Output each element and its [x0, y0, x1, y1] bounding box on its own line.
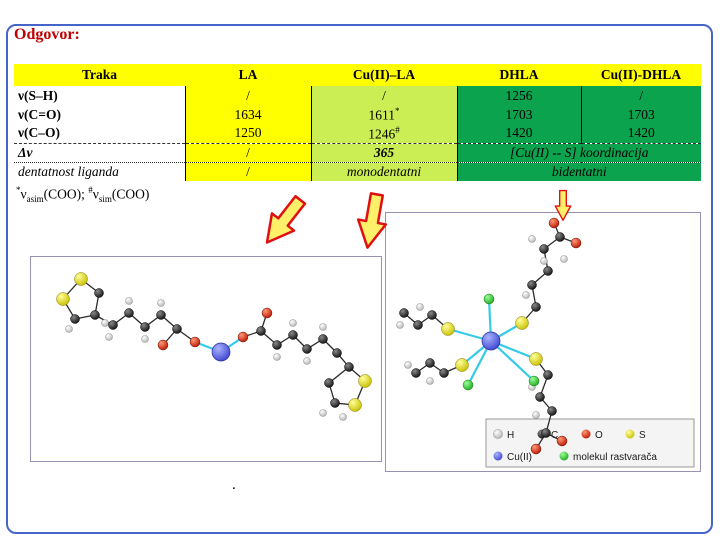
legend-label-s: S	[639, 430, 646, 441]
row-label: Δν	[14, 143, 185, 163]
cell-cu-dhla: 1420	[580, 124, 701, 144]
cell-la: 1250	[184, 124, 311, 144]
legend-label-o: O	[595, 430, 603, 441]
cu-la-molecule-panel	[30, 256, 382, 462]
sim-mark: #	[395, 124, 400, 135]
cell-la: 1634	[184, 105, 311, 124]
cu-dhla-molecule-panel: H C O S Cu(II) molekul rastvarača	[385, 212, 701, 472]
col-header-cu-dhla: Cu(II)-DHLA	[581, 64, 701, 86]
row-label: dentatnost liganda	[14, 162, 185, 181]
ir-spectra-table: Traka LA Cu(II)–LA DHLA Cu(II)-DHLA ν(S–…	[14, 64, 701, 181]
copper-atom	[211, 342, 231, 362]
cell-la: /	[184, 143, 311, 163]
wavenumber: 1246	[368, 126, 396, 141]
footnote-text: (COO)	[111, 186, 150, 202]
table-row-sh: ν(S–H) / / 1256 /	[14, 86, 701, 105]
stray-period: .	[232, 477, 236, 493]
cell-la: /	[184, 86, 311, 105]
table-row-delta-nu: Δν / 365 [Cu(II) -- S] koordinacija	[14, 143, 701, 163]
table-row-co-double: ν(C=O) 1634 1611* 1703 1703	[14, 105, 701, 124]
cell-cu-la: monodentatni	[310, 162, 457, 181]
table-row-co-single: ν(C–O) 1250 1246# 1420 1420	[14, 124, 701, 144]
col-header-cu-la: Cu(II)–LA	[311, 64, 457, 86]
cell-cu-la: 1246#	[310, 124, 457, 144]
table-row-dentatnost: dentatnost liganda / monodentatni bident…	[14, 162, 701, 181]
col-header-la: LA	[185, 64, 311, 86]
atom-color-legend: H C O S Cu(II) molekul rastvarača	[485, 418, 695, 468]
cell-cu-la: 1611*	[310, 105, 457, 124]
table-footnote: *νasim(COO); #νsim(COO)	[16, 185, 149, 204]
row-label: ν(C=O)	[14, 105, 185, 124]
footnote-sub-asim: asim	[26, 194, 44, 205]
footnote-text: (COO);	[43, 186, 89, 202]
cell-dhla: 1703	[456, 105, 581, 124]
legend-h-icon	[493, 429, 503, 439]
cell-dhla: 1420	[456, 124, 581, 144]
legend-solvent-icon	[559, 451, 569, 461]
cell-cu-la: /	[310, 86, 457, 105]
table-header-row: Traka LA Cu(II)–LA DHLA Cu(II)-DHLA	[14, 64, 701, 86]
cell-cu-la: 365	[310, 143, 457, 163]
wavenumber: 1611	[368, 107, 396, 123]
legend-o-icon	[581, 429, 591, 439]
cell-cu-dhla: /	[580, 86, 701, 105]
legend-label-h: H	[507, 430, 514, 441]
legend-label-cu: Cu(II)	[507, 452, 532, 463]
carbon-atoms	[399, 232, 565, 438]
footnote-sub-sim: sim	[98, 194, 112, 205]
asim-mark: *	[395, 105, 400, 116]
cell-coordination-note: [Cu(II) -- S] koordinacija	[456, 143, 701, 163]
legend-s-icon	[625, 429, 635, 439]
cu-dhla-molecule-image: H C O S Cu(II) molekul rastvarača	[396, 217, 695, 468]
row-label: ν(S–H)	[14, 86, 185, 105]
row-label: ν(C–O)	[14, 124, 185, 144]
cell-dhla: 1256	[456, 86, 581, 105]
cu-la-molecule-image	[56, 272, 372, 421]
legend-cu-icon	[493, 451, 503, 461]
copper-atom	[481, 331, 501, 351]
col-header-dhla: DHLA	[457, 64, 581, 86]
cell-cu-dhla: 1703	[580, 105, 701, 124]
cell-dentatnost-note: bidentatni	[456, 162, 701, 181]
legend-label-solvent: molekul rastvarača	[573, 452, 657, 463]
cell-la: /	[184, 162, 311, 181]
page-title: Odgovor:	[14, 26, 86, 44]
col-header-traka: Traka	[14, 64, 185, 86]
hydrogen-atoms	[65, 297, 347, 421]
presentation-slide: Odgovor: Traka LA Cu(II)–LA DHLA Cu(II)-…	[0, 0, 720, 540]
